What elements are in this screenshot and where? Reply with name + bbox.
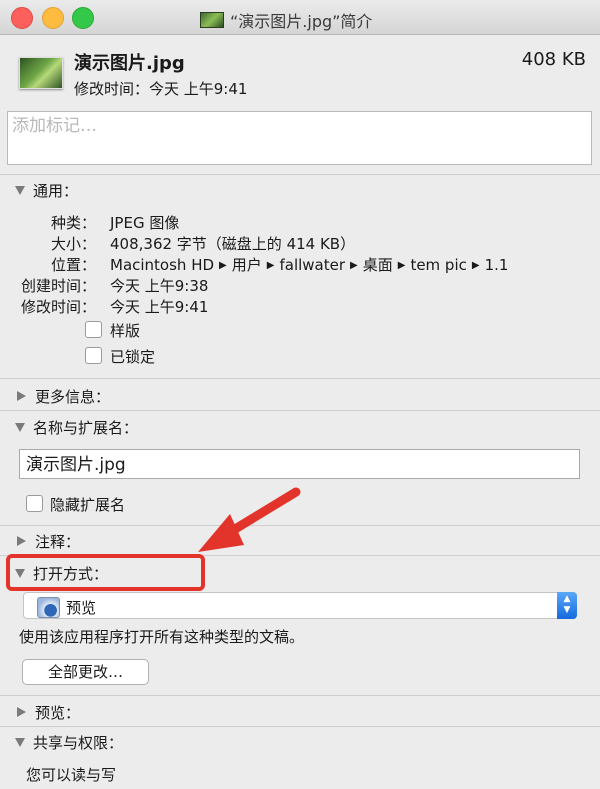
annotation-arrow-icon (198, 487, 301, 552)
arrow-head (198, 514, 244, 552)
